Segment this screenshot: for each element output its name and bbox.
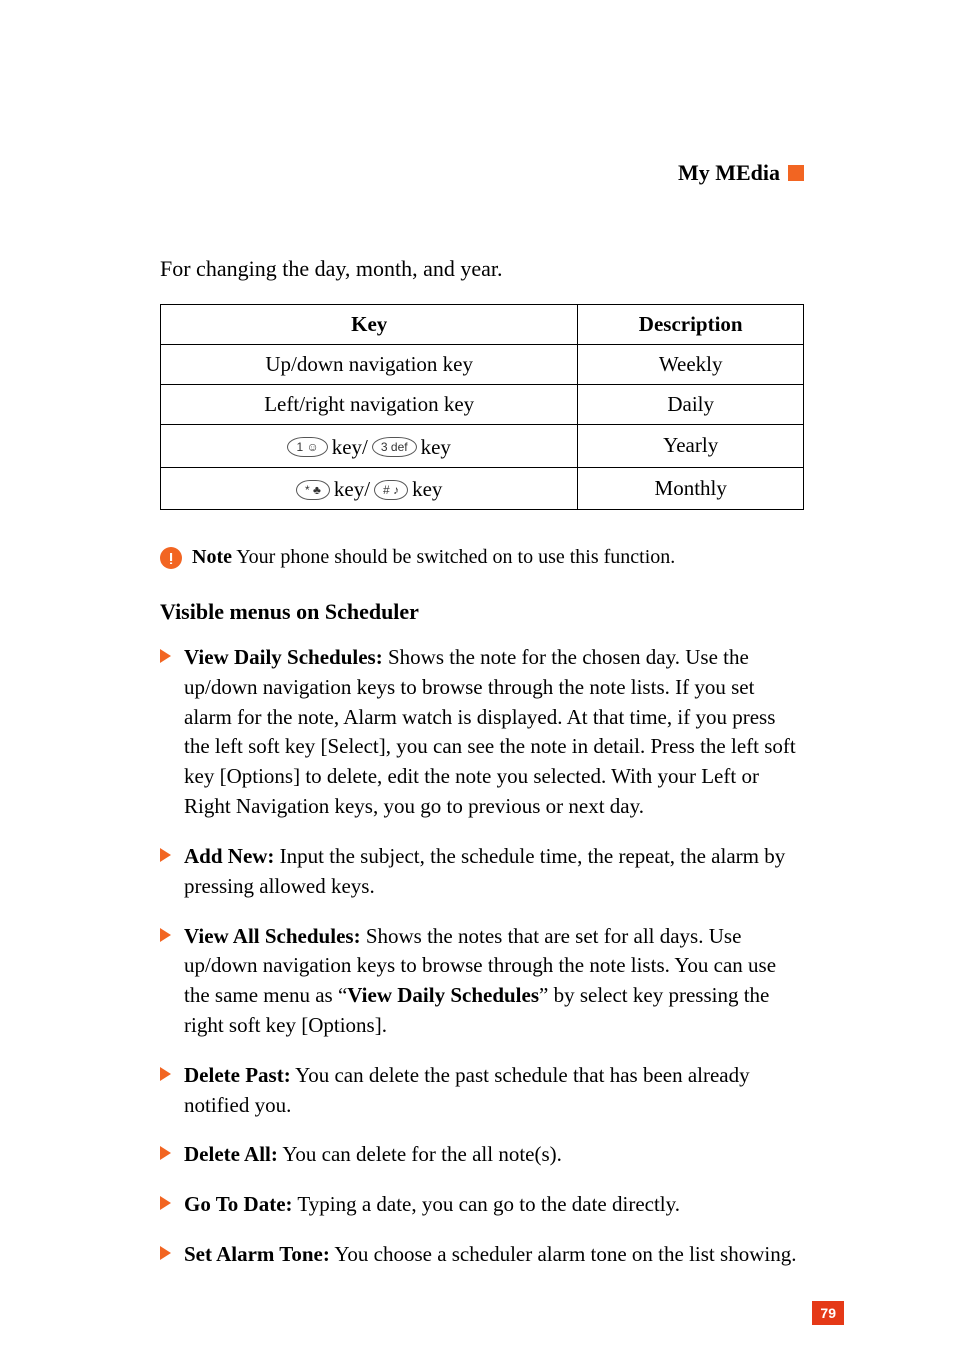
key-label-text: key/ [332, 435, 368, 460]
phone-key-icon: * ♣ [296, 480, 330, 500]
triangle-bullet-icon [160, 928, 171, 942]
key-label-text: key [421, 435, 451, 460]
feature-body-bold: View Daily Schedules [347, 983, 539, 1007]
table-row: * ♣ key/ # ♪ key Monthly [161, 467, 804, 510]
feature-title: Add New: [184, 844, 274, 868]
feature-body: You choose a scheduler alarm tone on the… [330, 1242, 797, 1266]
list-item: Delete All: You can delete for the all n… [160, 1140, 804, 1170]
feature-body: Shows the note for the chosen day. Use t… [184, 645, 796, 818]
cell-key: 1 ☺ key/ 3 def key [161, 425, 578, 468]
header-accent-square-icon [788, 165, 804, 181]
list-item: Go To Date: Typing a date, you can go to… [160, 1190, 804, 1220]
table-header-row: Key Description [161, 305, 804, 345]
feature-title: Delete Past: [184, 1063, 291, 1087]
cell-key: * ♣ key/ # ♪ key [161, 467, 578, 510]
th-key: Key [161, 305, 578, 345]
table-row: 1 ☺ key/ 3 def key Yearly [161, 425, 804, 468]
note-label: Note [192, 546, 232, 568]
key-description-table: Key Description Up/down navigation key W… [160, 304, 804, 510]
page-header: My MEdia [160, 160, 804, 186]
feature-title: Set Alarm Tone: [184, 1242, 330, 1266]
feature-body: Input the subject, the schedule time, th… [184, 844, 785, 898]
list-item: View Daily Schedules: Shows the note for… [160, 643, 804, 822]
cell-desc: Yearly [578, 425, 804, 468]
alert-icon: i [160, 547, 182, 569]
triangle-bullet-icon [160, 1146, 171, 1160]
cell-key: Left/right navigation key [161, 385, 578, 425]
note-callout: i Note Your phone should be switched on … [160, 546, 804, 569]
intro-text: For changing the day, month, and year. [160, 256, 804, 282]
triangle-bullet-icon [160, 848, 171, 862]
key-label-text: key [412, 477, 442, 502]
triangle-bullet-icon [160, 1196, 171, 1210]
triangle-bullet-icon [160, 1246, 171, 1260]
feature-title: Delete All: [184, 1142, 278, 1166]
page-number: 79 [812, 1301, 844, 1325]
phone-key-icon: 1 ☺ [287, 437, 327, 457]
cell-key: Up/down navigation key [161, 345, 578, 385]
cell-desc: Monthly [578, 467, 804, 510]
list-item: View All Schedules: Shows the notes that… [160, 922, 804, 1041]
triangle-bullet-icon [160, 1067, 171, 1081]
phone-key-icon: 3 def [372, 437, 417, 457]
feature-title: View Daily Schedules: [184, 645, 383, 669]
triangle-bullet-icon [160, 649, 171, 663]
table-row: Up/down navigation key Weekly [161, 345, 804, 385]
feature-title: Go To Date: [184, 1192, 293, 1216]
list-item: Set Alarm Tone: You choose a scheduler a… [160, 1240, 804, 1270]
list-item: Delete Past: You can delete the past sch… [160, 1061, 804, 1121]
table-row: Left/right navigation key Daily [161, 385, 804, 425]
note-text: Your phone should be switched on to use … [232, 546, 675, 568]
feature-body: You can delete for the all note(s). [278, 1142, 562, 1166]
feature-list: View Daily Schedules: Shows the note for… [160, 643, 804, 1270]
feature-title: View All Schedules: [184, 924, 361, 948]
header-title: My MEdia [678, 160, 780, 186]
feature-body: Typing a date, you can go to the date di… [293, 1192, 681, 1216]
th-description: Description [578, 305, 804, 345]
cell-desc: Weekly [578, 345, 804, 385]
key-label-text: key/ [334, 477, 370, 502]
list-item: Add New: Input the subject, the schedule… [160, 842, 804, 902]
cell-desc: Daily [578, 385, 804, 425]
section-heading: Visible menus on Scheduler [160, 599, 804, 625]
phone-key-icon: # ♪ [374, 480, 408, 500]
